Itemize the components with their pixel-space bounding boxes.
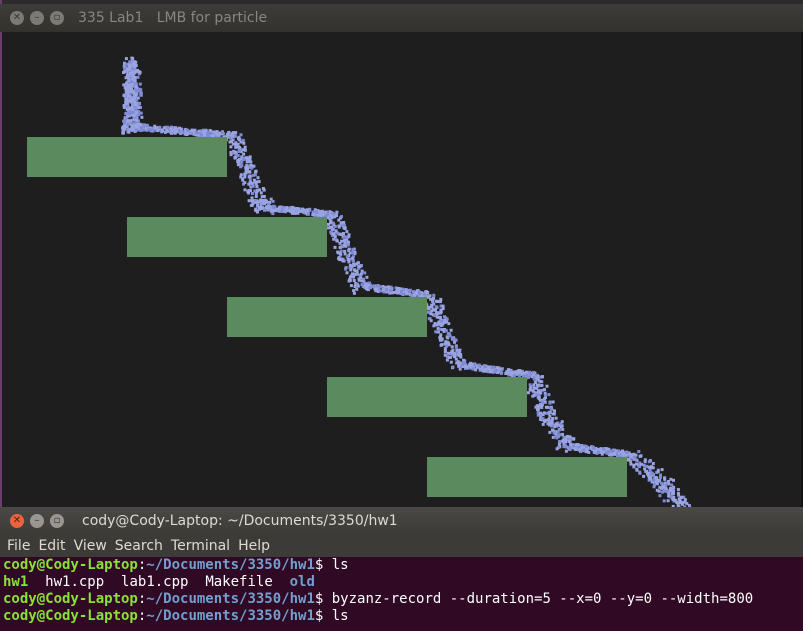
particle-canvas[interactable] <box>2 32 803 507</box>
terminal-line: hw1 hw1.cpp lab1.cpp Makefile old <box>0 574 803 591</box>
platform-2 <box>127 217 327 257</box>
menu-edit[interactable]: Edit <box>38 538 65 554</box>
command-text: ls <box>331 608 349 624</box>
terminal-titlebar[interactable]: ✕ – ▫ cody@Cody-Laptop: ~/Documents/3350… <box>0 507 803 535</box>
prompt-end: $ <box>314 591 332 607</box>
file-entry: hw1 <box>3 574 29 590</box>
menu-terminal[interactable]: Terminal <box>171 538 230 554</box>
command-text: ls <box>331 557 349 573</box>
menu-view[interactable]: View <box>74 538 107 554</box>
prompt-end: $ <box>314 608 332 624</box>
prompt-user: cody@Cody-Laptop <box>3 591 138 607</box>
menu-help[interactable]: Help <box>238 538 270 554</box>
menu-search[interactable]: Search <box>115 538 163 554</box>
prompt-end: $ <box>314 557 332 573</box>
terminal-window: ✕ – ▫ cody@Cody-Laptop: ~/Documents/3350… <box>0 507 803 631</box>
terminal-title: cody@Cody-Laptop: ~/Documents/3350/hw1 <box>82 513 398 529</box>
minimize-icon[interactable]: – <box>30 514 44 528</box>
file-entry: hw1.cpp <box>45 574 105 590</box>
maximize-icon[interactable]: ▫ <box>50 11 64 25</box>
file-entry: old <box>289 574 315 590</box>
menu-file[interactable]: File <box>7 538 30 554</box>
terminal-output[interactable]: cody@Cody-Laptop:~/Documents/3350/hw1$ l… <box>0 557 803 631</box>
prompt-path: ~/Documents/3350/hw1 <box>146 608 315 624</box>
prompt-user: cody@Cody-Laptop <box>3 608 138 624</box>
file-entry: Makefile <box>205 574 273 590</box>
file-entry: lab1.cpp <box>121 574 189 590</box>
command-text: byzanz-record --duration=5 --x=0 --y=0 -… <box>331 591 754 607</box>
platform-1 <box>27 137 227 177</box>
terminal-line: cody@Cody-Laptop:~/Documents/3350/hw1$ b… <box>0 591 803 608</box>
platform-5 <box>427 457 627 497</box>
close-icon[interactable]: ✕ <box>10 11 24 25</box>
prompt-path: ~/Documents/3350/hw1 <box>146 557 315 573</box>
lab-titlebar[interactable]: ✕ – ▫ 335 Lab1 LMB for particle <box>0 4 803 32</box>
lab-window: ✕ – ▫ 335 Lab1 LMB for particle <box>0 0 803 507</box>
prompt-user: cody@Cody-Laptop <box>3 557 138 573</box>
terminal-line: cody@Cody-Laptop:~/Documents/3350/hw1$ l… <box>0 557 803 574</box>
particle-stream <box>121 56 692 507</box>
maximize-icon[interactable]: ▫ <box>50 514 64 528</box>
platform-3 <box>227 297 427 337</box>
close-icon[interactable]: ✕ <box>10 514 24 528</box>
terminal-line: cody@Cody-Laptop:~/Documents/3350/hw1$ l… <box>0 608 803 625</box>
lab-window-title: 335 Lab1 LMB for particle <box>78 10 268 26</box>
platform-4 <box>327 377 527 417</box>
prompt-path: ~/Documents/3350/hw1 <box>146 591 315 607</box>
minimize-icon[interactable]: – <box>30 11 44 25</box>
terminal-menubar: File Edit View Search Terminal Help <box>0 535 803 557</box>
